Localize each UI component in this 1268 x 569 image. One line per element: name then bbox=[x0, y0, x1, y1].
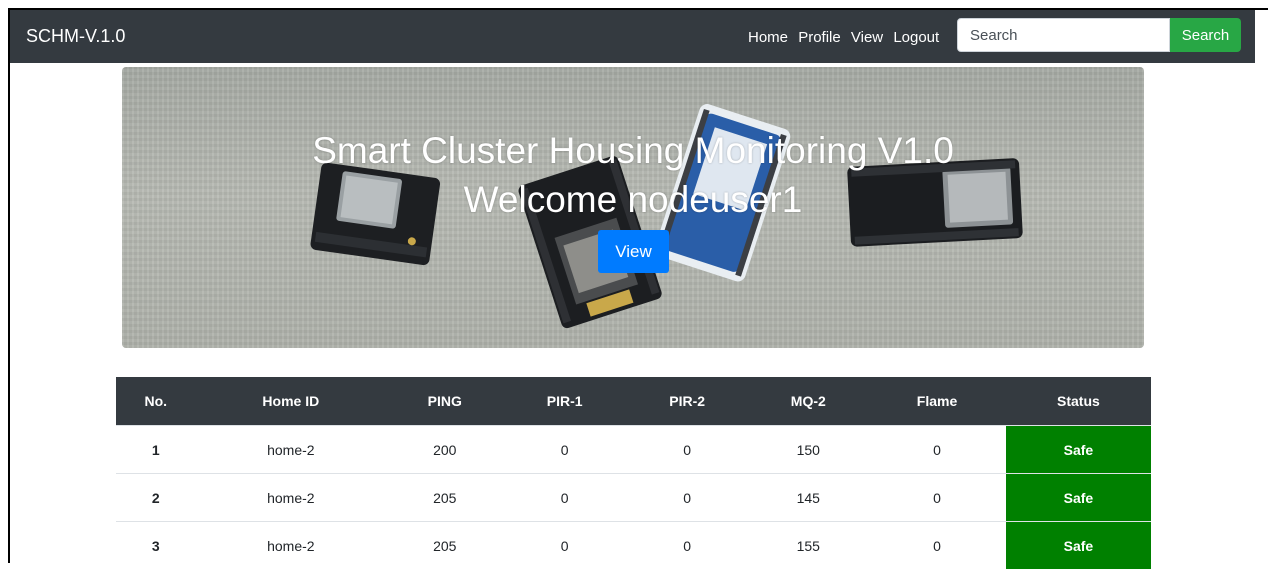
column-header-pir-2: PIR-2 bbox=[626, 377, 748, 426]
search-input[interactable] bbox=[957, 18, 1170, 52]
cell-flame: 0 bbox=[868, 522, 1006, 569]
status-badge: Safe bbox=[1006, 474, 1151, 522]
cell-pir-2: 0 bbox=[626, 426, 748, 474]
cell-no: 1 bbox=[116, 426, 196, 474]
table-row: 2 home-2 205 0 0 145 0 Safe bbox=[116, 474, 1151, 522]
cell-pir-1: 0 bbox=[503, 474, 625, 522]
hero-view-button[interactable]: View bbox=[598, 230, 669, 273]
cell-home-id: home-2 bbox=[196, 474, 386, 522]
column-header-home-id: Home ID bbox=[196, 377, 386, 426]
cell-pir-1: 0 bbox=[503, 522, 625, 569]
cell-ping: 205 bbox=[386, 522, 503, 569]
search-button[interactable]: Search bbox=[1170, 18, 1241, 52]
cell-home-id: home-2 bbox=[196, 522, 386, 569]
nav-links: Home Profile View Logout bbox=[748, 29, 945, 46]
cell-flame: 0 bbox=[868, 426, 1006, 474]
column-header-mq-2: MQ-2 bbox=[748, 377, 868, 426]
sensor-data-table: No. Home ID PING PIR-1 PIR-2 MQ-2 Flame … bbox=[116, 377, 1151, 569]
column-header-no: No. bbox=[116, 377, 196, 426]
hero-banner: Smart Cluster Housing Monitoring V1.0 We… bbox=[122, 67, 1144, 348]
brand-logo[interactable]: SCHM-V.1.0 bbox=[26, 26, 125, 47]
cell-no: 2 bbox=[116, 474, 196, 522]
column-header-flame: Flame bbox=[868, 377, 1006, 426]
column-header-status: Status bbox=[1006, 377, 1151, 426]
cell-mq-2: 155 bbox=[748, 522, 868, 569]
cell-no: 3 bbox=[116, 522, 196, 569]
nav-link-profile[interactable]: Profile bbox=[798, 29, 841, 46]
hero-welcome-text: Welcome nodeuser1 bbox=[122, 178, 1144, 222]
table-row: 1 home-2 200 0 0 150 0 Safe bbox=[116, 426, 1151, 474]
cell-flame: 0 bbox=[868, 474, 1006, 522]
cell-ping: 205 bbox=[386, 474, 503, 522]
cell-pir-2: 0 bbox=[626, 522, 748, 569]
cell-mq-2: 145 bbox=[748, 474, 868, 522]
cell-home-id: home-2 bbox=[196, 426, 386, 474]
status-badge: Safe bbox=[1006, 522, 1151, 569]
status-badge: Safe bbox=[1006, 426, 1151, 474]
nav-link-logout[interactable]: Logout bbox=[893, 29, 939, 46]
column-header-ping: PING bbox=[386, 377, 503, 426]
nav-link-view[interactable]: View bbox=[851, 29, 883, 46]
hero-title: Smart Cluster Housing Monitoring V1.0 bbox=[122, 129, 1144, 173]
nav-link-home[interactable]: Home bbox=[748, 29, 788, 46]
table-row: 3 home-2 205 0 0 155 0 Safe bbox=[116, 522, 1151, 569]
window-frame-left bbox=[8, 10, 10, 563]
table-header-row: No. Home ID PING PIR-1 PIR-2 MQ-2 Flame … bbox=[116, 377, 1151, 426]
cell-pir-1: 0 bbox=[503, 426, 625, 474]
column-header-pir-1: PIR-1 bbox=[503, 377, 625, 426]
cell-ping: 200 bbox=[386, 426, 503, 474]
cell-pir-2: 0 bbox=[626, 474, 748, 522]
cell-mq-2: 150 bbox=[748, 426, 868, 474]
navbar: SCHM-V.1.0 Home Profile View Logout Sear… bbox=[10, 10, 1255, 63]
